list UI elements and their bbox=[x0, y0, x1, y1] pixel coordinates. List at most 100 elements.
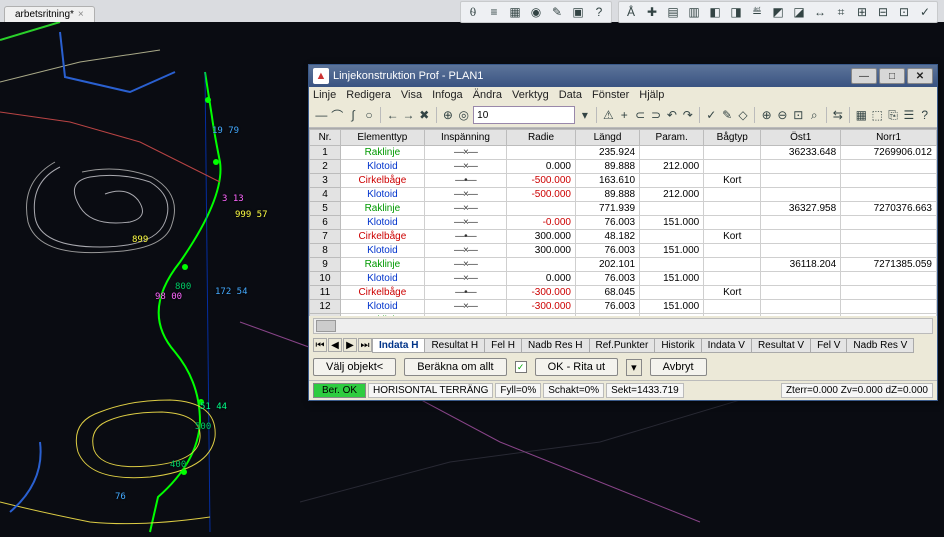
cell-typ[interactable]: Cirkelbåge bbox=[340, 174, 424, 188]
cell-nr[interactable]: 11 bbox=[310, 286, 341, 300]
column-header[interactable]: Radie bbox=[507, 130, 576, 146]
select-object-button[interactable]: Välj objekt< bbox=[313, 358, 396, 376]
cell-ost[interactable] bbox=[761, 272, 841, 286]
sheet-tab-nadb-res-v[interactable]: Nadb Res V bbox=[846, 338, 914, 353]
line-icon[interactable]: — bbox=[315, 106, 328, 124]
cell-ost[interactable]: 36233.648 bbox=[761, 146, 841, 160]
cell-bag[interactable] bbox=[704, 258, 761, 272]
cell-typ[interactable]: Raklinje bbox=[340, 258, 424, 272]
cell-nr[interactable]: 8 bbox=[310, 244, 341, 258]
tool-icon-b15[interactable]: ✓ bbox=[915, 3, 935, 21]
cell-radie[interactable]: -300.000 bbox=[507, 300, 576, 314]
cell-param[interactable]: 212.000 bbox=[640, 188, 704, 202]
cell-langd[interactable]: 76.003 bbox=[575, 300, 639, 314]
cell-langd[interactable]: 235.924 bbox=[575, 146, 639, 160]
cell-nr[interactable]: 6 bbox=[310, 216, 341, 230]
cell-bag[interactable] bbox=[704, 202, 761, 216]
cell-norr[interactable] bbox=[841, 272, 937, 286]
close-button[interactable]: ✕ bbox=[907, 68, 933, 84]
cell-typ[interactable]: Klotoid bbox=[340, 216, 424, 230]
maximize-button[interactable]: □ bbox=[879, 68, 905, 84]
cell-ost[interactable] bbox=[761, 230, 841, 244]
cell-insp[interactable]: —×— bbox=[424, 244, 506, 258]
cell-typ[interactable]: Klotoid bbox=[340, 188, 424, 202]
cell-param[interactable] bbox=[640, 146, 704, 160]
cell-langd[interactable]: 89.888 bbox=[575, 160, 639, 174]
column-header[interactable]: Param. bbox=[640, 130, 704, 146]
cell-nr[interactable]: 9 bbox=[310, 258, 341, 272]
recalculate-button[interactable]: Beräkna om allt bbox=[404, 358, 506, 376]
cell-radie[interactable]: -500.000 bbox=[507, 174, 576, 188]
cell-nr[interactable]: 5 bbox=[310, 202, 341, 216]
tool-icon-b4[interactable]: ▥ bbox=[684, 3, 704, 21]
cell-param[interactable]: 151.000 bbox=[640, 216, 704, 230]
tool-icon-2[interactable]: ≡ bbox=[484, 3, 504, 21]
tool-d1[interactable]: ◇ bbox=[737, 106, 750, 124]
cell-langd[interactable]: 163.610 bbox=[575, 174, 639, 188]
menu-ändra[interactable]: Ändra bbox=[473, 89, 502, 101]
tab-prev-icon[interactable]: ◀ bbox=[328, 338, 342, 352]
cell-typ[interactable]: Klotoid bbox=[340, 300, 424, 314]
cell-norr[interactable]: 7271385.059 bbox=[841, 258, 937, 272]
tool-icon-3[interactable]: ▦ bbox=[505, 3, 525, 21]
cell-norr[interactable] bbox=[841, 244, 937, 258]
cell-bag[interactable]: Kort bbox=[704, 230, 761, 244]
cell-param[interactable]: 151.000 bbox=[640, 244, 704, 258]
cell-ost[interactable]: 36118.204 bbox=[761, 258, 841, 272]
cell-insp[interactable]: —×— bbox=[424, 202, 506, 216]
cell-bag[interactable] bbox=[704, 216, 761, 230]
check-icon[interactable]: ✓ bbox=[705, 106, 718, 124]
pencil-icon[interactable]: ✎ bbox=[721, 106, 734, 124]
tool-icon-b1[interactable]: Å bbox=[621, 3, 641, 21]
dropdown-icon[interactable]: ▾ bbox=[578, 106, 591, 124]
zoom-fit-icon[interactable]: ⊡ bbox=[792, 106, 805, 124]
menu-infoga[interactable]: Infoga bbox=[432, 89, 463, 101]
tool-f1[interactable]: ▦ bbox=[855, 106, 868, 124]
cell-ost[interactable]: 36327.958 bbox=[761, 202, 841, 216]
document-tab[interactable]: arbetsritning* × bbox=[4, 6, 95, 22]
delete-icon[interactable]: ✖ bbox=[418, 106, 431, 124]
tool-c1[interactable]: ⊂ bbox=[634, 106, 647, 124]
cell-radie[interactable] bbox=[507, 258, 576, 272]
tool-c2[interactable]: ⊃ bbox=[650, 106, 663, 124]
sheet-tab-nadb-res-h[interactable]: Nadb Res H bbox=[521, 338, 589, 353]
tool-f3[interactable]: ⎘ bbox=[887, 106, 900, 124]
eye-icon[interactable]: ◎ bbox=[457, 106, 470, 124]
tool-icon-b11[interactable]: ⌗ bbox=[831, 3, 851, 21]
circle-icon[interactable]: ○ bbox=[363, 106, 376, 124]
tool-e1[interactable]: ⇆ bbox=[831, 106, 844, 124]
cell-typ[interactable]: Raklinje bbox=[340, 202, 424, 216]
tool-icon-7[interactable]: ? bbox=[589, 3, 609, 21]
menu-visa[interactable]: Visa bbox=[401, 89, 422, 101]
cell-langd[interactable]: 48.182 bbox=[575, 230, 639, 244]
cell-bag[interactable] bbox=[704, 314, 761, 317]
table-row[interactable]: 6Klotoid—×—-0.00076.003151.000 bbox=[310, 216, 937, 230]
table-row[interactable]: 2Klotoid—×—0.00089.888212.000 bbox=[310, 160, 937, 174]
table-row[interactable]: 13Raklinje—×—197.20436160.5167271799.131 bbox=[310, 314, 937, 317]
column-header[interactable]: Nr. bbox=[310, 130, 341, 146]
cell-ost[interactable] bbox=[761, 286, 841, 300]
table-row[interactable]: 4Klotoid—×—-500.00089.888212.000 bbox=[310, 188, 937, 202]
ok-button[interactable]: OK - Rita ut bbox=[535, 358, 618, 376]
data-grid[interactable]: Nr.ElementtypInspänningRadieLängdParam.B… bbox=[309, 128, 937, 316]
cell-radie[interactable]: 0.000 bbox=[507, 160, 576, 174]
table-row[interactable]: 12Klotoid—×—-300.00076.003151.000 bbox=[310, 300, 937, 314]
cell-insp[interactable]: —×— bbox=[424, 314, 506, 317]
table-row[interactable]: 3Cirkelbåge—•—-500.000163.610Kort bbox=[310, 174, 937, 188]
cell-nr[interactable]: 1 bbox=[310, 146, 341, 160]
cell-radie[interactable] bbox=[507, 146, 576, 160]
tool-icon-5[interactable]: ✎ bbox=[547, 3, 567, 21]
table-row[interactable]: 5Raklinje—×—771.93936327.9587270376.663 bbox=[310, 202, 937, 216]
sheet-tab-indata-v[interactable]: Indata V bbox=[701, 338, 752, 353]
cell-param[interactable] bbox=[640, 258, 704, 272]
cell-ost[interactable] bbox=[761, 300, 841, 314]
tool-icon-b12[interactable]: ⊞ bbox=[852, 3, 872, 21]
tab-first-icon[interactable]: ⏮ bbox=[313, 338, 327, 352]
cell-langd[interactable]: 76.003 bbox=[575, 244, 639, 258]
undo-icon[interactable]: ↶ bbox=[665, 106, 678, 124]
arrow-right-icon[interactable]: → bbox=[402, 106, 415, 124]
cell-radie[interactable] bbox=[507, 202, 576, 216]
cell-insp[interactable]: —•— bbox=[424, 286, 506, 300]
tool-icon-b3[interactable]: ▤ bbox=[663, 3, 683, 21]
column-header[interactable]: Elementtyp bbox=[340, 130, 424, 146]
